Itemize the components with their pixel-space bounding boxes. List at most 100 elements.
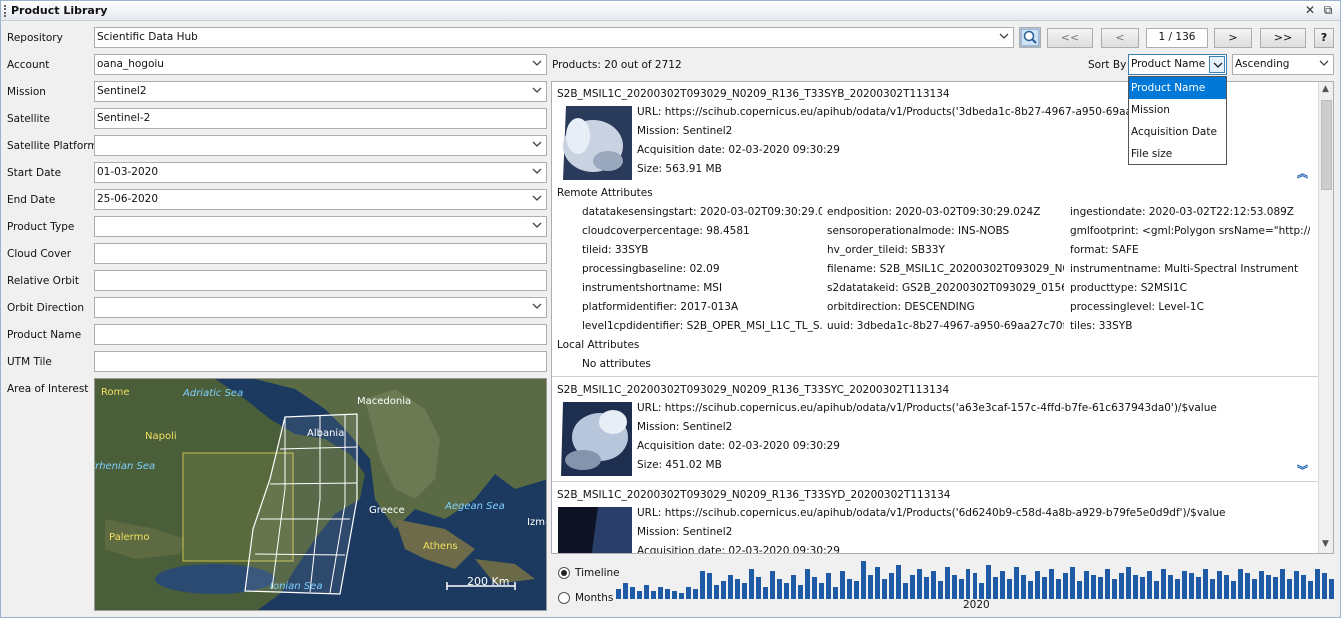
timeline-bar[interactable] bbox=[1112, 579, 1118, 599]
timeline-bar[interactable] bbox=[1196, 577, 1202, 599]
end-date-picker[interactable]: 25-06-2020 bbox=[94, 189, 547, 210]
list-item[interactable]: S2B_MSIL1C_20200302T093029_N0209_R136_T3… bbox=[552, 483, 1318, 553]
timeline-bar[interactable] bbox=[671, 591, 677, 599]
timeline-bar[interactable] bbox=[895, 565, 901, 599]
satellite-input[interactable]: Sentinel-2 bbox=[94, 108, 547, 129]
timeline-bar[interactable] bbox=[1189, 573, 1195, 599]
timeline-bar[interactable] bbox=[1308, 581, 1314, 599]
sort-order-combo[interactable]: Ascending bbox=[1232, 54, 1334, 75]
timeline-bar[interactable] bbox=[853, 581, 859, 599]
timeline-bar[interactable] bbox=[1238, 569, 1244, 599]
timeline-bar[interactable] bbox=[860, 561, 866, 599]
timeline-bar[interactable] bbox=[818, 583, 824, 599]
timeline-bar[interactable] bbox=[1000, 571, 1006, 599]
timeline-bar[interactable] bbox=[1231, 581, 1237, 599]
start-date-picker[interactable]: 01-03-2020 bbox=[94, 162, 547, 183]
timeline-bar[interactable] bbox=[1210, 579, 1216, 599]
sort-option-product-name[interactable]: Product Name bbox=[1129, 77, 1226, 99]
timeline-bar[interactable] bbox=[727, 575, 733, 599]
timeline-bar[interactable] bbox=[909, 575, 915, 599]
satellite-platform-combo[interactable] bbox=[94, 135, 547, 156]
timeline-bar[interactable] bbox=[881, 579, 887, 599]
timeline-bar[interactable] bbox=[1217, 571, 1223, 599]
help-button[interactable]: ? bbox=[1314, 28, 1334, 48]
timeline-bar[interactable] bbox=[930, 571, 936, 599]
product-type-combo[interactable] bbox=[94, 216, 547, 237]
timeline-bar[interactable] bbox=[699, 571, 705, 599]
timeline-bar[interactable] bbox=[1224, 575, 1230, 599]
timeline-bar[interactable] bbox=[993, 577, 999, 599]
timeline-bar[interactable] bbox=[839, 571, 845, 599]
timeline-bar[interactable] bbox=[1091, 575, 1097, 599]
timeline-bar[interactable] bbox=[1021, 575, 1027, 599]
timeline-bar[interactable] bbox=[1287, 579, 1293, 599]
drag-grip-icon[interactable] bbox=[4, 5, 7, 17]
timeline-bar[interactable] bbox=[776, 579, 782, 599]
timeline-bar[interactable] bbox=[657, 587, 663, 599]
repository-combo[interactable]: Scientific Data Hub bbox=[94, 27, 1014, 48]
collapse-icon[interactable]: ︽ bbox=[1297, 165, 1308, 181]
timeline-bar[interactable] bbox=[706, 573, 712, 599]
timeline-bar[interactable] bbox=[846, 579, 852, 599]
timeline-bar[interactable] bbox=[1084, 571, 1090, 599]
scroll-down-icon[interactable]: ▼ bbox=[1322, 539, 1329, 549]
close-icon[interactable]: ✕ bbox=[1303, 3, 1317, 17]
account-combo[interactable]: oana_hogoiu bbox=[94, 54, 547, 75]
sort-option-file-size[interactable]: File size bbox=[1129, 143, 1226, 165]
relative-orbit-input[interactable] bbox=[94, 270, 547, 291]
timeline-bar[interactable] bbox=[1147, 571, 1153, 599]
timeline-bar[interactable] bbox=[916, 569, 922, 599]
timeline-bar[interactable] bbox=[1007, 579, 1013, 599]
timeline-bar[interactable] bbox=[1028, 581, 1034, 599]
orbit-direction-combo[interactable] bbox=[94, 297, 547, 318]
expand-icon[interactable]: ︾ bbox=[1297, 462, 1308, 478]
restore-icon[interactable]: ⧉ bbox=[1321, 3, 1335, 17]
timeline-bar[interactable] bbox=[713, 585, 719, 599]
timeline-bar[interactable] bbox=[1203, 569, 1209, 599]
timeline-bar[interactable] bbox=[1077, 581, 1083, 599]
timeline-bar[interactable] bbox=[979, 583, 985, 599]
months-radio[interactable] bbox=[558, 592, 570, 604]
search-button[interactable] bbox=[1019, 27, 1041, 48]
timeline-bar[interactable] bbox=[748, 569, 754, 599]
timeline-bar[interactable] bbox=[1329, 579, 1334, 599]
timeline-bar[interactable] bbox=[664, 589, 670, 599]
last-page-button[interactable]: >> bbox=[1260, 28, 1306, 48]
timeline-bar[interactable] bbox=[797, 585, 803, 599]
sort-option-mission[interactable]: Mission bbox=[1129, 99, 1226, 121]
cloud-cover-input[interactable] bbox=[94, 243, 547, 264]
timeline-bar[interactable] bbox=[1315, 569, 1320, 599]
scrollbar-thumb[interactable] bbox=[1321, 100, 1332, 190]
timeline-bar[interactable] bbox=[1154, 581, 1160, 599]
timeline-bar[interactable] bbox=[650, 591, 656, 599]
timeline-bar[interactable] bbox=[944, 567, 950, 599]
timeline-bar[interactable] bbox=[825, 573, 831, 599]
timeline-bar[interactable] bbox=[741, 583, 747, 599]
timeline-bar[interactable] bbox=[1161, 569, 1167, 599]
prev-page-button[interactable]: < bbox=[1101, 28, 1139, 48]
timeline-bar[interactable] bbox=[616, 589, 621, 599]
timeline-bar[interactable] bbox=[755, 577, 761, 599]
timeline-bar[interactable] bbox=[937, 581, 943, 599]
product-list-scrollbar[interactable]: ▲ ▼ bbox=[1318, 82, 1333, 553]
timeline-bar[interactable] bbox=[1133, 575, 1139, 599]
timeline-bar[interactable] bbox=[1182, 571, 1188, 599]
timeline-bar[interactable] bbox=[923, 577, 929, 599]
timeline-bar[interactable] bbox=[1049, 569, 1055, 599]
timeline-bar[interactable] bbox=[1252, 579, 1258, 599]
product-name-input[interactable] bbox=[94, 324, 547, 345]
timeline-bar[interactable] bbox=[1042, 577, 1048, 599]
timeline-bar[interactable] bbox=[636, 591, 642, 599]
timeline-chart[interactable] bbox=[616, 559, 1336, 599]
timeline-bar[interactable] bbox=[958, 579, 964, 599]
sort-option-acquisition-date[interactable]: Acquisition Date bbox=[1129, 121, 1226, 143]
timeline-bar[interactable] bbox=[692, 589, 698, 599]
timeline-bar[interactable] bbox=[1259, 571, 1265, 599]
timeline-bar[interactable] bbox=[867, 575, 873, 599]
timeline-bar[interactable] bbox=[951, 575, 957, 599]
sort-by-combo[interactable]: Product Name bbox=[1128, 54, 1227, 75]
timeline-bar[interactable] bbox=[678, 593, 684, 599]
timeline-bar[interactable] bbox=[1266, 575, 1272, 599]
sort-by-dropdown[interactable]: Product Name Mission Acquisition Date Fi… bbox=[1128, 76, 1227, 165]
timeline-bar[interactable] bbox=[902, 583, 908, 599]
